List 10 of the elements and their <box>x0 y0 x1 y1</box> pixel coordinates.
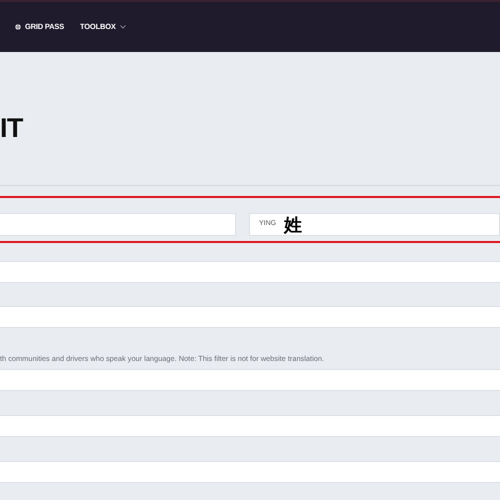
input-field[interactable] <box>0 261 500 283</box>
page-heading: IT <box>0 114 24 142</box>
input-field[interactable] <box>0 415 500 437</box>
globe-icon <box>15 24 21 30</box>
chevron-down-icon <box>120 25 126 29</box>
input-field[interactable] <box>0 369 500 391</box>
annotation-text: 姓 <box>284 216 302 234</box>
input-field[interactable] <box>0 306 500 328</box>
input-field[interactable] <box>0 461 500 483</box>
input-field[interactable] <box>0 213 236 236</box>
